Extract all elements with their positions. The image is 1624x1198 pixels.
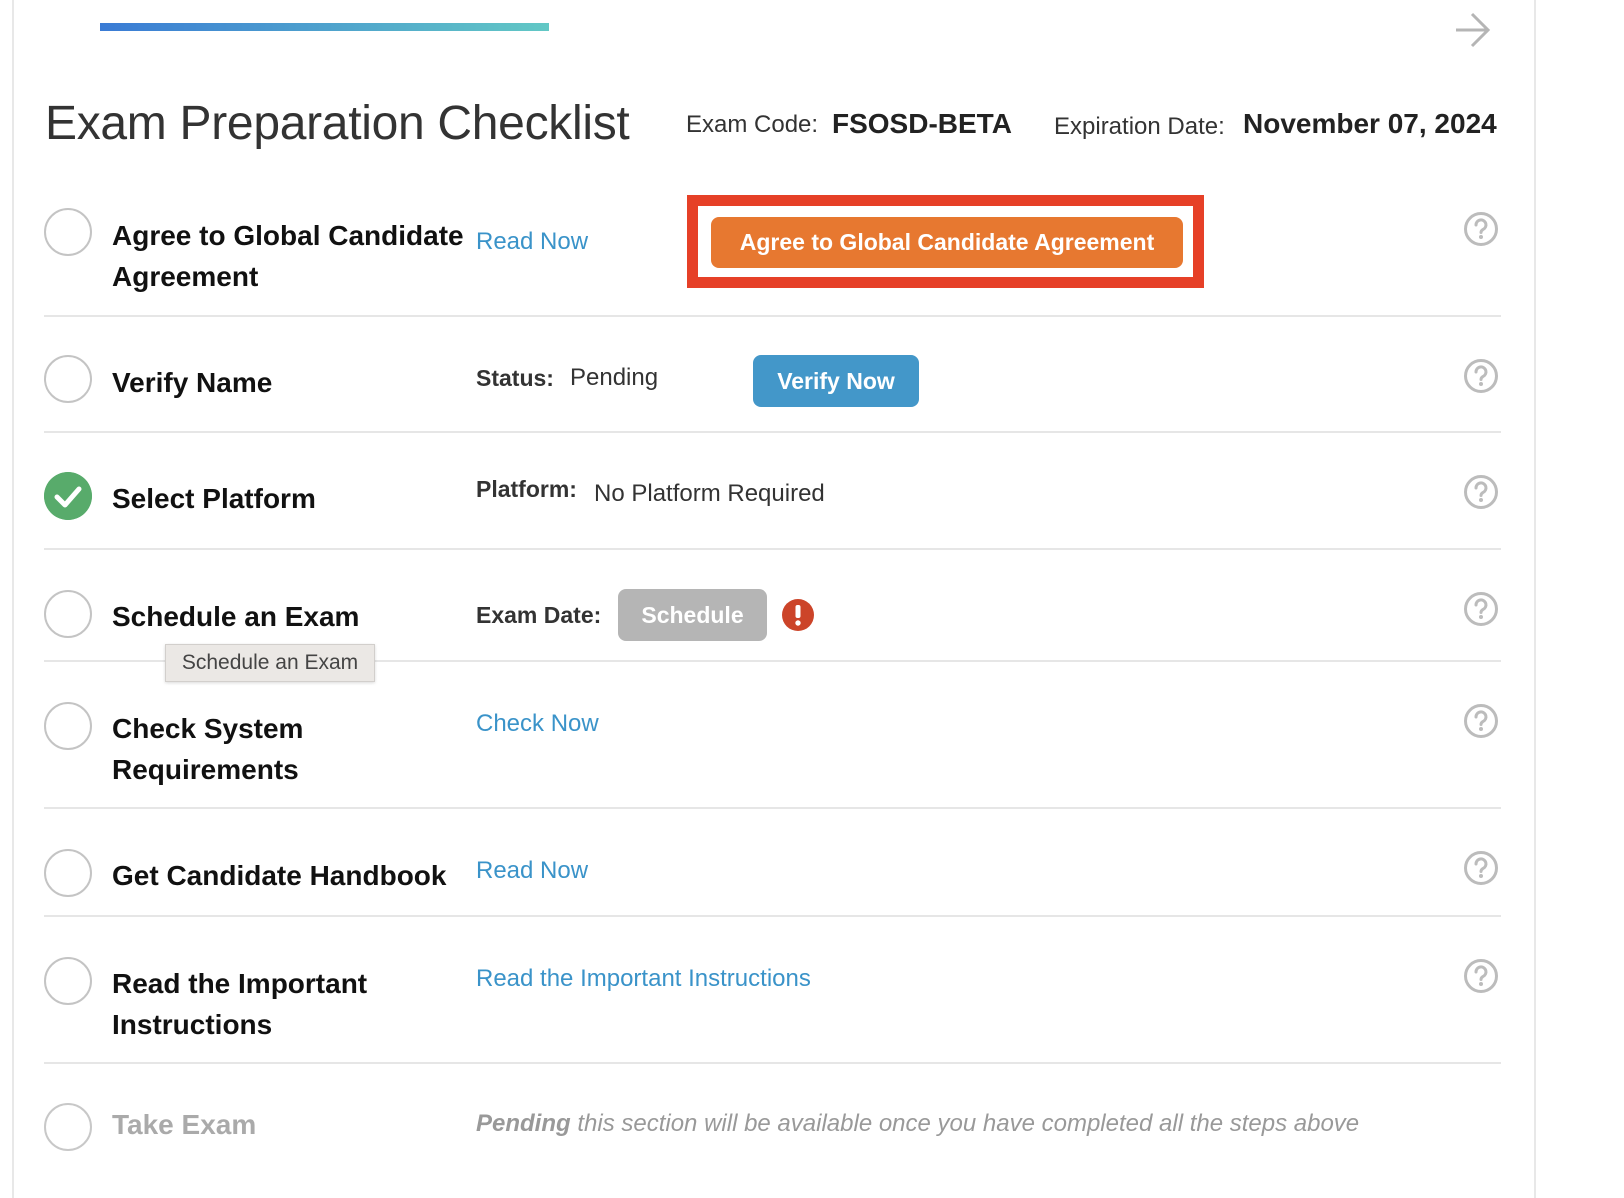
row-divider: [44, 431, 1501, 433]
step-title: Get Candidate Handbook: [112, 860, 447, 891]
question-circle-icon[interactable]: [1463, 358, 1499, 394]
check-now-link[interactable]: Check Now: [476, 710, 599, 738]
incomplete-circle-icon[interactable]: [44, 590, 92, 638]
question-circle-icon[interactable]: [1463, 474, 1499, 510]
step-title-line: Read the Important: [112, 968, 368, 999]
question-circle-icon[interactable]: [1463, 211, 1499, 247]
question-circle-icon[interactable]: [1463, 850, 1499, 886]
row-divider: [44, 315, 1501, 317]
step-title: Take Exam: [112, 1109, 257, 1140]
step-title: Agree to Global Candidate Agreement: [112, 215, 464, 297]
exclamation-circle-icon: [782, 599, 814, 631]
exam-date-label: Exam Date:: [476, 602, 602, 628]
read-now-link[interactable]: Read Now: [476, 228, 588, 256]
exam-code-value: FSOSD-BETA: [832, 108, 1012, 139]
expiration-date-label: Expiration Date:: [1054, 113, 1225, 140]
expiration-date-value: November 07, 2024: [1243, 108, 1497, 139]
schedule-button[interactable]: Schedule: [618, 589, 767, 641]
step-title: Verify Name: [112, 367, 273, 398]
step-title: Select Platform: [112, 483, 316, 514]
progress-bar: [100, 23, 549, 31]
step-title-line: Instructions: [112, 1009, 273, 1040]
status-value: Pending: [570, 364, 659, 391]
question-circle-icon[interactable]: [1463, 958, 1499, 994]
question-circle-icon[interactable]: [1463, 591, 1499, 627]
row-divider: [44, 1062, 1501, 1064]
verify-now-button[interactable]: Verify Now: [753, 355, 919, 407]
platform-label: Platform:: [476, 476, 577, 502]
row-divider: [44, 915, 1501, 917]
incomplete-circle-icon[interactable]: [44, 355, 92, 403]
arrow-right-icon[interactable]: [1452, 10, 1492, 50]
read-now-link[interactable]: Read Now: [476, 857, 588, 885]
page-title: Exam Preparation Checklist: [45, 97, 630, 150]
step-title: Check System Requirements: [112, 708, 303, 790]
incomplete-circle-icon[interactable]: [44, 957, 92, 1005]
incomplete-circle-icon[interactable]: [44, 208, 92, 256]
incomplete-circle-icon: [44, 1103, 92, 1151]
exam-code-label: Exam Code:: [686, 111, 819, 138]
pending-text: this section will be available once you …: [570, 1110, 1360, 1137]
check-circle-icon: [44, 472, 92, 520]
row-divider: [44, 807, 1501, 809]
read-instructions-link[interactable]: Read the Important Instructions: [476, 965, 811, 993]
incomplete-circle-icon[interactable]: [44, 702, 92, 750]
platform-value: No Platform Required: [594, 480, 825, 507]
pending-note: Pending this section will be available o…: [476, 1110, 1359, 1138]
step-title: Read the Important Instructions: [112, 963, 367, 1045]
question-circle-icon[interactable]: [1463, 703, 1499, 739]
agree-agreement-button[interactable]: Agree to Global Candidate Agreement: [711, 217, 1183, 268]
step-title-line: Agree to Global Candidate: [112, 220, 464, 251]
tooltip: Schedule an Exam: [165, 644, 375, 682]
step-title: Schedule an Exam: [112, 601, 360, 632]
step-title-line: Requirements: [112, 754, 299, 785]
pending-emphasis: Pending: [476, 1110, 571, 1137]
row-divider: [44, 548, 1501, 550]
step-title-line: Check System: [112, 713, 304, 744]
step-title-line: Agreement: [112, 261, 259, 292]
incomplete-circle-icon[interactable]: [44, 849, 92, 897]
status-label: Status:: [476, 365, 554, 391]
